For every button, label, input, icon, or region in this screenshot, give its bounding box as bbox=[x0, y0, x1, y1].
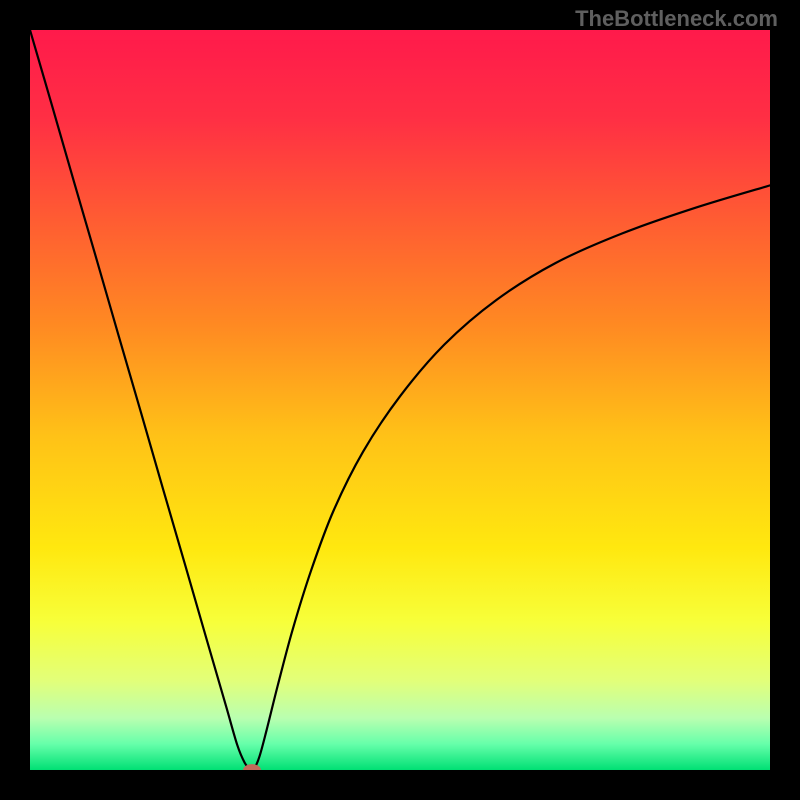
gradient-background bbox=[30, 30, 770, 770]
plot-area bbox=[30, 30, 770, 770]
plot-svg bbox=[30, 30, 770, 770]
chart-frame: TheBottleneck.com bbox=[0, 0, 800, 800]
attribution-label: TheBottleneck.com bbox=[575, 6, 778, 32]
